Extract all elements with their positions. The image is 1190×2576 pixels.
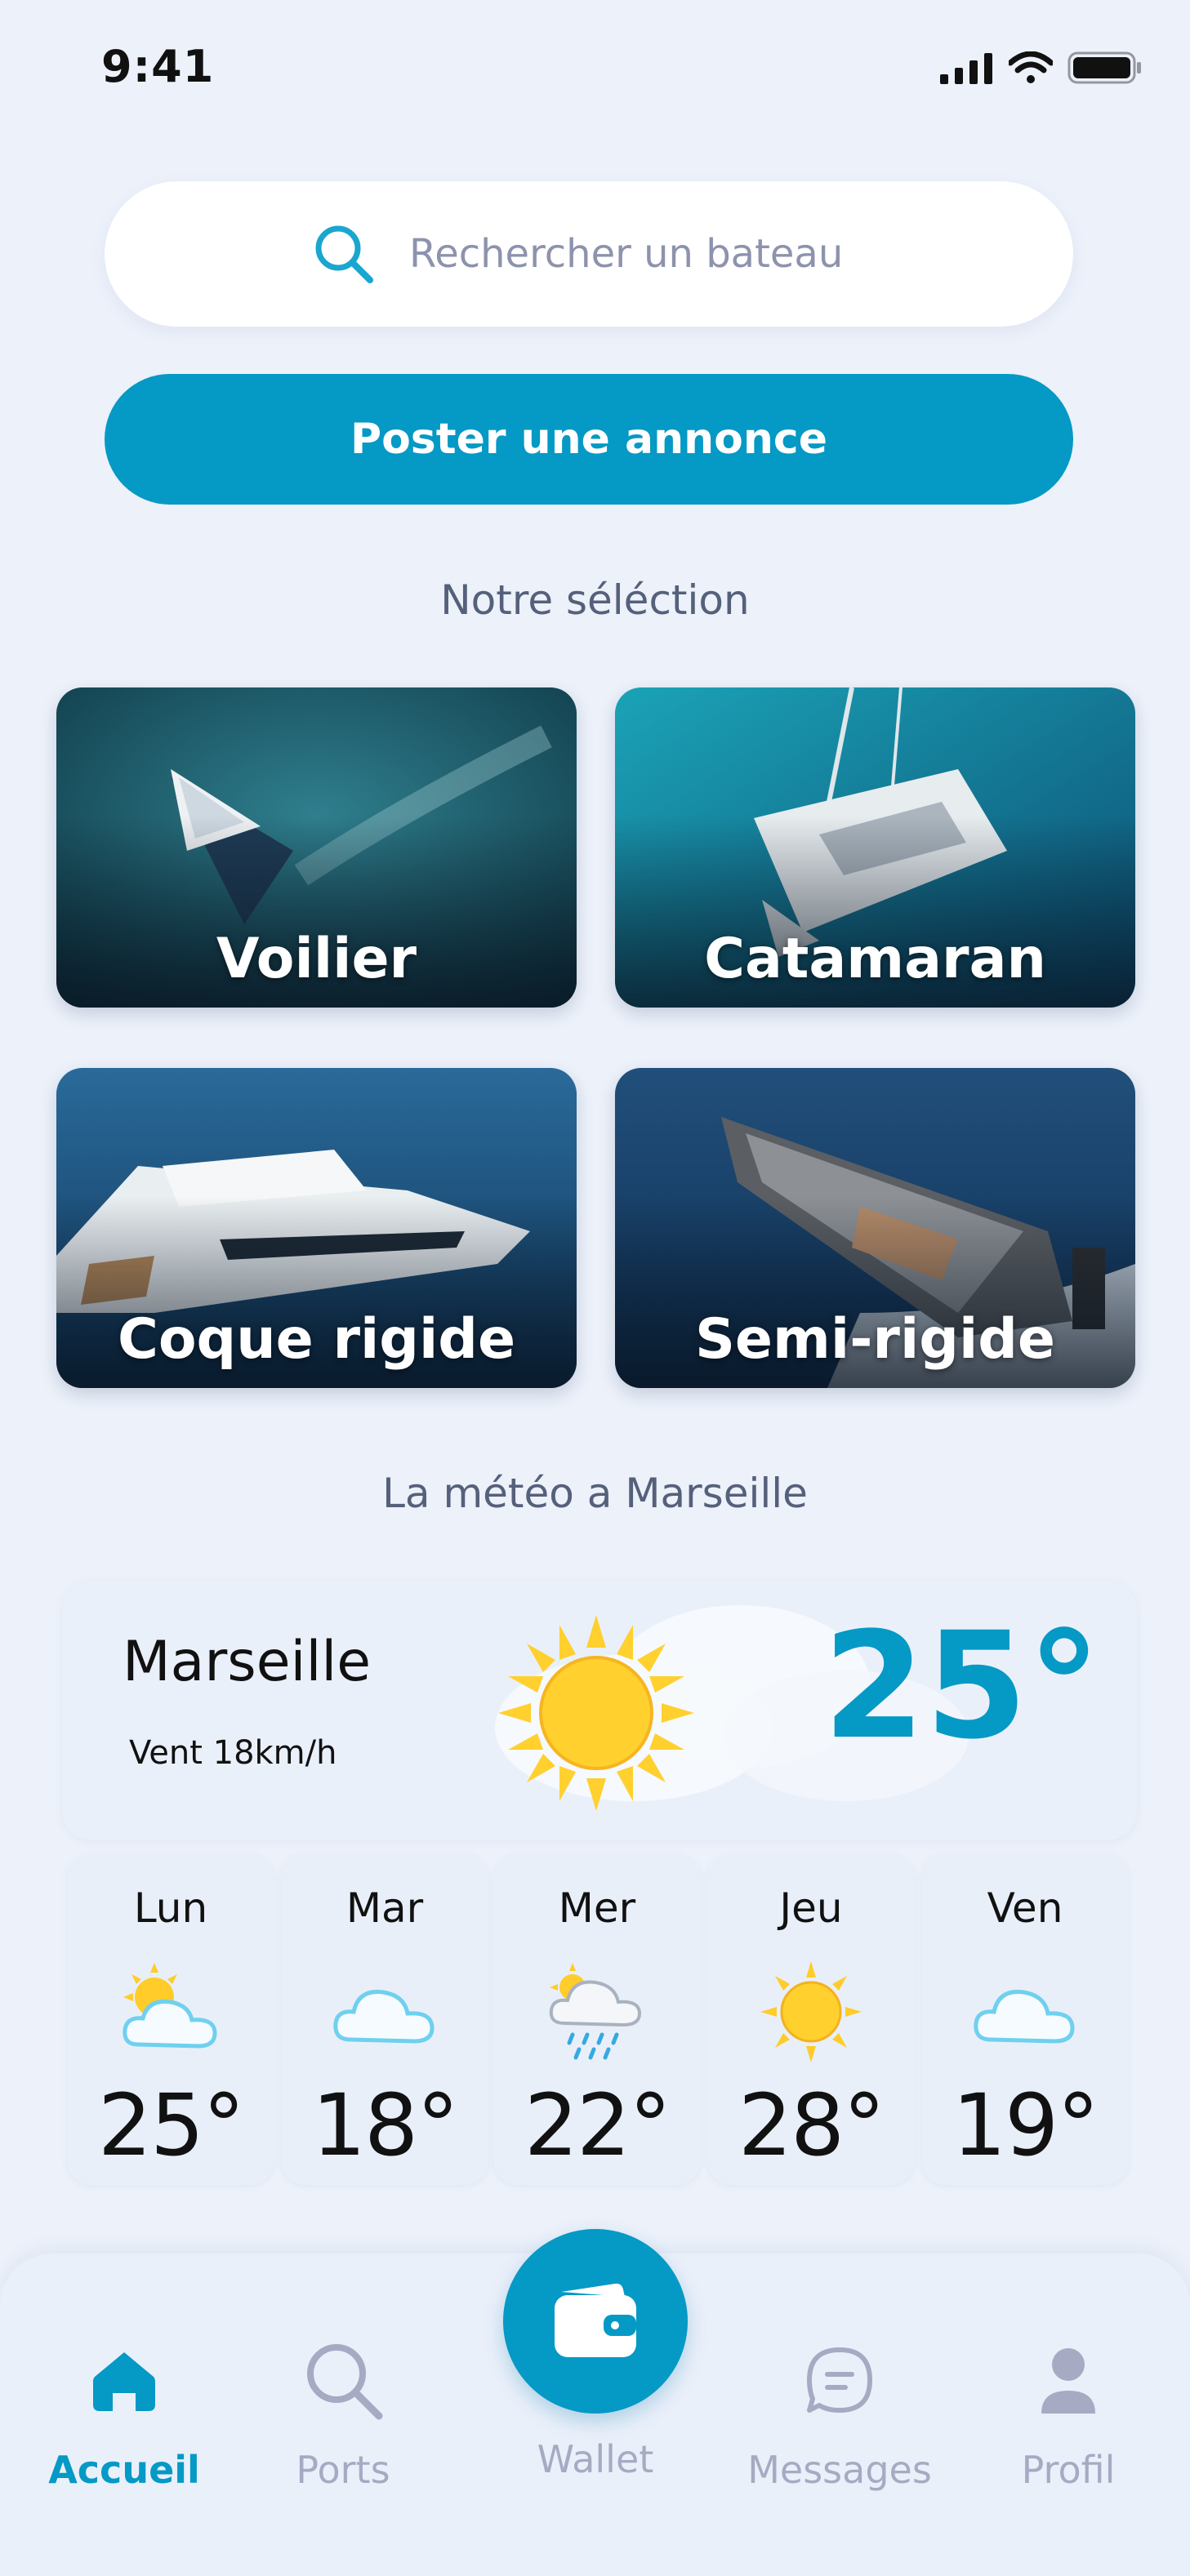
category-card-coque-rigide[interactable]: Coque rigide [56,1068,577,1388]
forecast-day: Jeu 28° [707,1853,915,2185]
cloud-icon [974,1990,1075,2044]
category-label: Coque rigide [117,1307,516,1372]
wallet-button[interactable] [503,2229,688,2414]
current-temperature: 25° [822,1601,1102,1772]
search-bar[interactable] [105,181,1073,327]
battery-icon [1067,51,1141,84]
search-input[interactable] [409,231,867,277]
post-listing-button[interactable]: Poster une annonce [105,374,1073,505]
day-temperature: 18° [311,2075,459,2175]
category-card-catamaran[interactable]: Catamaran [615,687,1135,1008]
current-weather-card: Marseille Vent 18km/h 25° [62,1581,1137,1840]
profile-icon [1041,2348,1095,2414]
cloud-icon [333,1990,435,2044]
day-temperature: 19° [952,2075,1099,2175]
selection-title: Notre séléction [440,576,750,624]
day-temperature: 28° [738,2075,885,2175]
day-name: Ven [987,1884,1063,1932]
nav-label: Profil [1021,2448,1116,2492]
weather-title: La météo a Marseille [382,1470,808,1517]
nav-item-ports[interactable]: Ports [245,2335,441,2492]
wallet-icon [555,2283,636,2357]
day-name: Mer [558,1884,636,1932]
nav-label: Accueil [48,2448,200,2492]
signal-icon [940,53,992,84]
nav-label: Messages [747,2448,932,2492]
partly-cloudy-icon [123,1963,217,2049]
nav-item-profil[interactable]: Profil [970,2335,1166,2492]
day-name: Mar [345,1884,424,1932]
search-icon [315,225,373,283]
home-screen: 9:41 Poster une annonce Notre séléction [0,0,1190,2576]
city-name: Marseille [123,1630,372,1694]
category-label: Semi-rigide [694,1307,1056,1372]
sun-icon [760,1961,862,2062]
category-card-semi-rigide[interactable]: Semi-rigide [615,1068,1135,1388]
forecast-day: Mar 18° [281,1853,488,2185]
wind-speed: Vent 18km/h [129,1734,337,1772]
forecast-day: Mer 22° [493,1853,701,2185]
nav-item-messages[interactable]: Messages [742,2335,938,2492]
wifi-icon [1009,51,1053,83]
nav-label-wallet: Wallet [537,2437,654,2481]
rain-icon [549,1963,642,2060]
category-label: Catamaran [704,927,1046,991]
forecast-day: Lun 25° [67,1853,274,2185]
day-temperature: 25° [97,2075,245,2175]
sun-icon [498,1615,694,1811]
nav-label: Ports [296,2448,390,2492]
message-icon [807,2347,872,2413]
search-icon [307,2344,383,2420]
day-name: Jeu [779,1884,843,1932]
nav-item-accueil[interactable]: Accueil [26,2335,222,2492]
status-icons [940,51,1143,85]
category-card-voilier[interactable]: Voilier [56,687,577,1008]
day-name: Lun [133,1884,208,1932]
category-label: Voilier [216,927,417,991]
forecast-day: Ven 19° [921,1853,1129,2185]
day-temperature: 22° [524,2075,671,2175]
home-icon [93,2352,155,2411]
status-time: 9:41 [101,41,215,92]
